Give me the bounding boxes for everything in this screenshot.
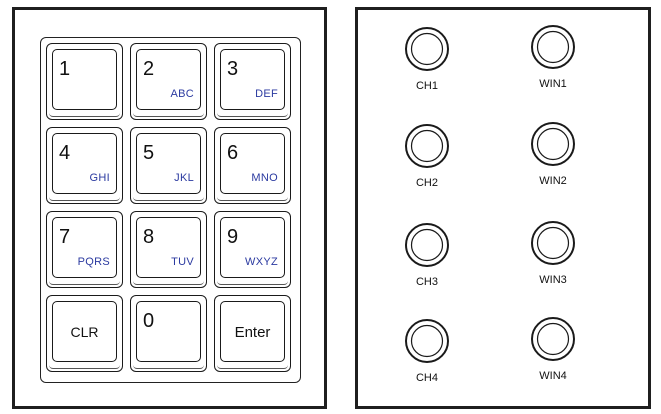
knob-label: WIN1 [539, 78, 567, 90]
channel-panel: CH1 WIN1 CH2 WIN2 CH3 WIN3 CH4 WIN4 [355, 7, 651, 409]
knob-label: WIN3 [539, 274, 567, 286]
knob-icon [531, 221, 575, 265]
knob-win4[interactable]: WIN4 [513, 316, 593, 388]
enter-key[interactable]: Enter [214, 295, 291, 372]
key-digit: 5 [143, 142, 155, 164]
key-digit: 7 [59, 226, 71, 248]
key-digit: 0 [143, 310, 155, 332]
knob-ch3[interactable]: CH3 [387, 222, 467, 294]
knob-icon [531, 317, 575, 361]
knob-icon [405, 223, 449, 267]
key-letters: GHI [89, 172, 110, 184]
key-0[interactable]: 0 [130, 295, 207, 372]
key-digit: 3 [227, 58, 239, 80]
key-word: Enter [234, 324, 271, 341]
key-5[interactable]: 5 JKL [130, 127, 207, 204]
key-3[interactable]: 3 DEF [214, 43, 291, 120]
key-2[interactable]: 2 ABC [130, 43, 207, 120]
key-digit: 4 [59, 142, 71, 164]
knob-label: CH2 [415, 177, 438, 189]
keypad-frame: 1 2 ABC 3 DEF 4 GHI 5 JKL 6 MNO 7 PQRS 8 [40, 37, 301, 383]
key-9[interactable]: 9 WXYZ [214, 211, 291, 288]
key-digit: 1 [59, 58, 71, 80]
knob-icon [531, 25, 575, 69]
knob-ch4[interactable]: CH4 [387, 318, 467, 390]
knob-win1[interactable]: WIN1 [513, 24, 593, 96]
knob-icon [405, 319, 449, 363]
knob-icon [531, 122, 575, 166]
clear-key[interactable]: CLR [46, 295, 123, 372]
knob-win2[interactable]: WIN2 [513, 121, 593, 193]
key-1[interactable]: 1 [46, 43, 123, 120]
key-letters: ABC [170, 88, 194, 100]
knob-win3[interactable]: WIN3 [513, 220, 593, 292]
key-letters: MNO [251, 172, 278, 184]
knob-ch2[interactable]: CH2 [387, 123, 467, 195]
key-4[interactable]: 4 GHI [46, 127, 123, 204]
key-6[interactable]: 6 MNO [214, 127, 291, 204]
key-letters: DEF [255, 88, 278, 100]
key-word: CLR [70, 324, 99, 340]
key-letters: WXYZ [245, 256, 278, 268]
knob-icon [405, 27, 449, 71]
key-letters: TUV [171, 256, 194, 268]
keypad-panel: 1 2 ABC 3 DEF 4 GHI 5 JKL 6 MNO 7 PQRS 8 [12, 7, 327, 409]
key-letters: PQRS [77, 256, 110, 268]
key-digit: 2 [143, 58, 155, 80]
key-7[interactable]: 7 PQRS [46, 211, 123, 288]
knob-label: WIN2 [539, 175, 567, 187]
key-digit: 9 [227, 226, 239, 248]
knob-label: CH1 [415, 80, 438, 92]
key-letters: JKL [174, 172, 194, 184]
knob-label: CH3 [415, 276, 438, 288]
knob-ch1[interactable]: CH1 [387, 26, 467, 98]
key-digit: 6 [227, 142, 239, 164]
knob-icon [405, 124, 449, 168]
key-8[interactable]: 8 TUV [130, 211, 207, 288]
key-digit: 8 [143, 226, 155, 248]
knob-label: CH4 [415, 372, 438, 384]
knob-label: WIN4 [539, 370, 567, 382]
